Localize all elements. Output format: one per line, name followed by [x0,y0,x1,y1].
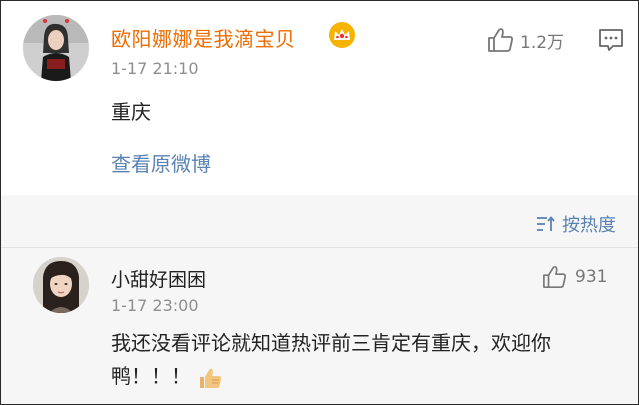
comment-time: 1-17 23:00 [111,296,199,315]
like-button[interactable]: 1.2万 [487,27,564,53]
comment-text-content: 我还没看评论就知道热评前三肯定有重庆，欢迎你鸭！！！ [111,331,551,388]
view-original-link[interactable]: 查看原微博 [111,148,211,177]
sort-toggle[interactable]: 按热度 [536,211,616,237]
like-button[interactable]: 931 [542,265,607,289]
main-comment: 欧阳娜娜是我滴宝贝 1-17 21:10 重庆 查看原微博 1.2万 [1,1,638,195]
comment-text: 我还没看评论就知道热评前三肯定有重庆，欢迎你鸭！！！ [111,327,611,393]
like-count: 1.2万 [520,32,565,53]
thumbs-up-emoji [200,368,222,388]
sub-comments-area: 按热度 小甜好困困 1-17 23:00 我还没看评论就知道热评前三肯定有重庆，… [1,195,638,404]
comment-icon[interactable] [598,28,624,52]
sort-label: 按热度 [562,215,616,236]
crown-icon [329,22,355,48]
sort-icon [537,216,555,231]
divider [1,247,638,248]
username[interactable]: 小甜好困困 [111,265,206,292]
weibo-comment-frame: 欧阳娜娜是我滴宝贝 1-17 21:10 重庆 查看原微博 1.2万 按热度 小… [0,0,639,405]
avatar[interactable] [33,257,89,313]
username[interactable]: 欧阳娜娜是我滴宝贝 [111,23,296,52]
like-count: 931 [575,267,608,287]
thumb-up-icon [488,28,513,52]
avatar[interactable] [23,15,89,81]
comment-time: 1-17 21:10 [111,59,199,78]
thumb-up-icon [543,266,567,288]
comment-text: 重庆 [111,100,151,124]
